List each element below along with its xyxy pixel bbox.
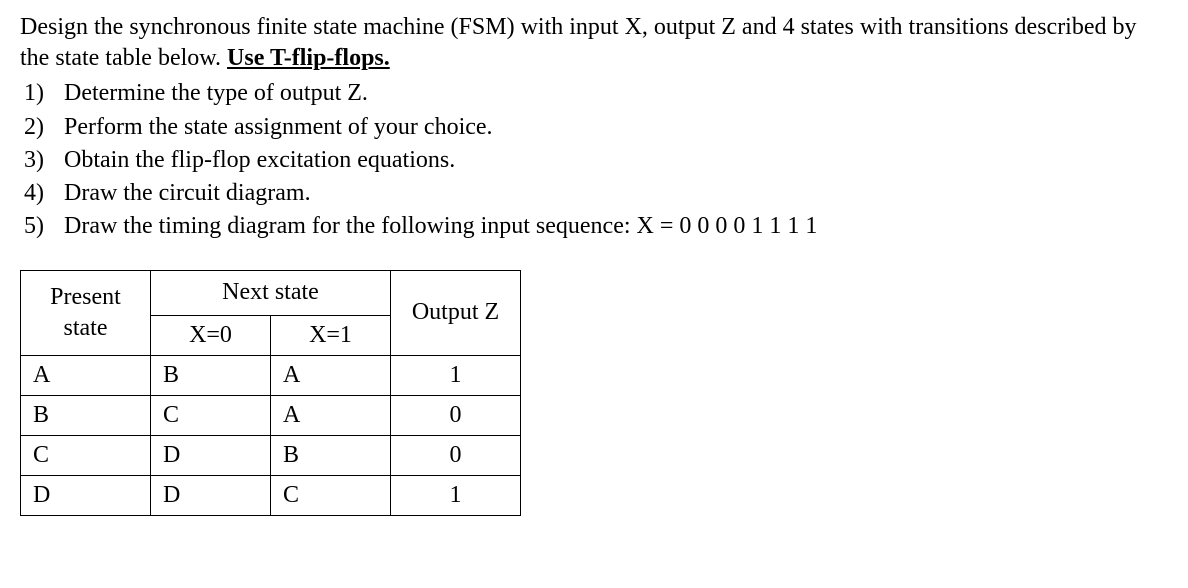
task-text: Obtain the flip-flop excitation equation… <box>64 145 455 176</box>
cell-output: 0 <box>391 395 521 435</box>
task-text: Draw the circuit diagram. <box>64 178 311 209</box>
cell-present: A <box>21 355 151 395</box>
task-number: 3) <box>24 145 64 176</box>
state-table: Present state Next state Output Z X=0 X=… <box>20 270 521 516</box>
cell-x1: C <box>271 476 391 516</box>
intro-emphasis: Use T-flip-flops. <box>227 45 390 71</box>
cell-x0: D <box>151 476 271 516</box>
header-x1: X=1 <box>271 315 391 355</box>
table-row: B C A 0 <box>21 395 521 435</box>
cell-present: C <box>21 436 151 476</box>
task-item: 4) Draw the circuit diagram. <box>24 178 1168 209</box>
task-text: Draw the timing diagram for the followin… <box>64 211 817 242</box>
task-number: 2) <box>24 112 64 143</box>
table-row: C D B 0 <box>21 436 521 476</box>
intro-paragraph: Design the synchronous finite state mach… <box>20 12 1168 74</box>
header-x0: X=0 <box>151 315 271 355</box>
header-present-state: Present state <box>21 271 151 355</box>
state-table-wrapper: Present state Next state Output Z X=0 X=… <box>20 270 1168 516</box>
task-text: Perform the state assignment of your cho… <box>64 112 493 143</box>
intro-text: Design the synchronous finite state mach… <box>20 14 1137 71</box>
cell-x0: B <box>151 355 271 395</box>
task-item: 3) Obtain the flip-flop excitation equat… <box>24 145 1168 176</box>
cell-output: 1 <box>391 355 521 395</box>
cell-present: B <box>21 395 151 435</box>
task-text: Determine the type of output Z. <box>64 78 368 109</box>
cell-present: D <box>21 476 151 516</box>
cell-x1: A <box>271 395 391 435</box>
cell-x0: D <box>151 436 271 476</box>
task-number: 4) <box>24 178 64 209</box>
cell-x1: A <box>271 355 391 395</box>
cell-x1: B <box>271 436 391 476</box>
task-item: 1) Determine the type of output Z. <box>24 78 1168 109</box>
task-number: 5) <box>24 211 64 242</box>
task-item: 2) Perform the state assignment of your … <box>24 112 1168 143</box>
cell-x0: C <box>151 395 271 435</box>
table-row: D D C 1 <box>21 476 521 516</box>
task-number: 1) <box>24 78 64 109</box>
table-header-row: Present state Next state Output Z <box>21 271 521 315</box>
table-row: A B A 1 <box>21 355 521 395</box>
cell-output: 0 <box>391 436 521 476</box>
task-list: 1) Determine the type of output Z. 2) Pe… <box>24 78 1168 242</box>
cell-output: 1 <box>391 476 521 516</box>
header-output: Output Z <box>391 271 521 355</box>
task-item: 5) Draw the timing diagram for the follo… <box>24 211 1168 242</box>
header-next-state: Next state <box>151 271 391 315</box>
